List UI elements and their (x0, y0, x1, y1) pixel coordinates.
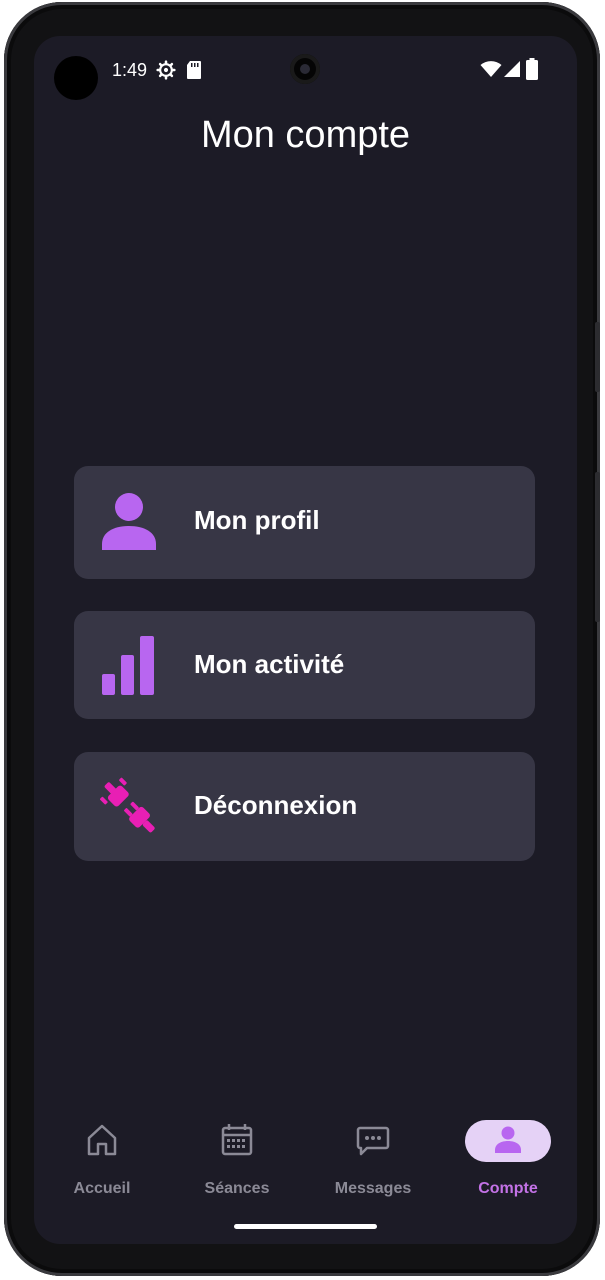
status-time: 1:49 (112, 60, 148, 80)
signal-icon (504, 61, 520, 77)
status-bar: 1:49 (34, 36, 577, 106)
page-title: Mon compte (200, 114, 411, 156)
nav-label: Compte (478, 1180, 538, 1197)
home-icon (87, 1124, 117, 1156)
camera-punch-hole (54, 56, 98, 100)
front-camera (290, 54, 320, 84)
unplug-icon (100, 777, 155, 833)
wifi-icon (480, 61, 502, 77)
sd-card-icon (187, 61, 201, 79)
nav-item-home[interactable]: Accueil (42, 1120, 162, 1200)
bottom-nav: Accueil Séances Messages Compte (34, 1108, 577, 1218)
app-screen: 1:49 Mon compte Mon profil Mon activité … (34, 36, 577, 1244)
nav-label: Messages (334, 1180, 412, 1197)
nav-item-account[interactable]: Compte (448, 1120, 568, 1200)
menu-item-label: Mon profil (194, 505, 320, 535)
home-indicator[interactable] (234, 1224, 377, 1229)
nav-item-sessions[interactable]: Séances (177, 1120, 297, 1200)
menu-item-activity[interactable]: Mon activité (74, 611, 535, 719)
menu-item-label: Déconnexion (194, 790, 358, 820)
chat-icon (356, 1126, 390, 1156)
nav-label: Accueil (73, 1180, 131, 1197)
power-button (595, 472, 600, 622)
menu-item-profile[interactable]: Mon profil (74, 466, 535, 579)
menu-item-logout[interactable]: Déconnexion (74, 752, 535, 861)
battery-icon (526, 58, 538, 80)
settings-gear-icon (156, 60, 176, 80)
nav-label: Séances (204, 1180, 270, 1197)
volume-button (595, 322, 600, 392)
person-icon (495, 1126, 521, 1153)
phone-frame: 1:49 Mon compte Mon profil Mon activité … (4, 2, 600, 1276)
calendar-icon (221, 1124, 253, 1156)
person-icon (102, 493, 156, 550)
menu-item-label: Mon activité (194, 649, 345, 679)
nav-item-messages[interactable]: Messages (313, 1120, 433, 1200)
bar-chart-icon (102, 636, 154, 695)
